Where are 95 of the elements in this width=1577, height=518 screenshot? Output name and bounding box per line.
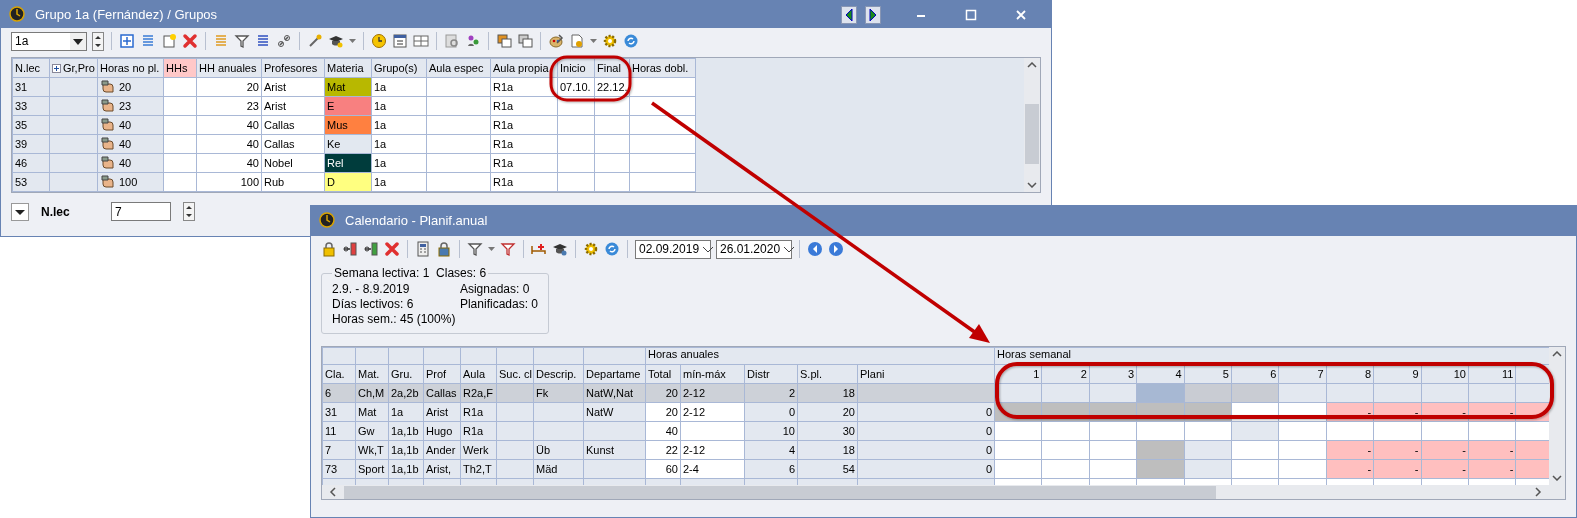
windows-icon[interactable] bbox=[496, 33, 512, 49]
previous-button[interactable] bbox=[807, 241, 823, 257]
window-title: Grupo 1a (Fernández) / Grupos bbox=[35, 5, 218, 24]
next-button[interactable] bbox=[865, 5, 881, 24]
field-label: N.lec bbox=[41, 203, 71, 221]
lock-icon[interactable] bbox=[321, 241, 337, 257]
number-field[interactable]: 7 bbox=[111, 202, 171, 221]
people-icon[interactable] bbox=[465, 33, 481, 49]
list-icon[interactable] bbox=[140, 33, 156, 49]
scrollbar-thumb[interactable] bbox=[344, 485, 1216, 499]
clock-icon bbox=[9, 5, 27, 24]
table-cell-text: 40 bbox=[119, 117, 132, 133]
next-button[interactable] bbox=[828, 241, 844, 257]
column-header[interactable]: HH anuales bbox=[196, 58, 262, 78]
palette-icon[interactable] bbox=[548, 33, 564, 49]
scroll-down-icon[interactable] bbox=[1552, 475, 1563, 481]
clear-filter-icon[interactable] bbox=[500, 241, 516, 257]
add-icon[interactable] bbox=[119, 33, 135, 49]
calendar-icon[interactable] bbox=[392, 33, 408, 49]
spin-buttons[interactable] bbox=[183, 202, 195, 221]
hand-icon bbox=[100, 117, 116, 133]
summary-text: Planificadas: 0 bbox=[459, 297, 538, 312]
column-header[interactable]: HHs bbox=[163, 58, 197, 78]
graduation-cap-icon[interactable] bbox=[328, 33, 344, 49]
search-icon[interactable] bbox=[444, 33, 460, 49]
maximize-icon[interactable] bbox=[965, 8, 977, 21]
chevron-down-icon[interactable] bbox=[702, 245, 715, 253]
summary-text: Horas sem.: 45 (100%) bbox=[332, 312, 457, 327]
window-icon[interactable] bbox=[517, 33, 533, 49]
expand-icon[interactable] bbox=[52, 63, 61, 73]
delete-icon[interactable] bbox=[384, 241, 400, 257]
scroll-down-icon[interactable] bbox=[1027, 182, 1037, 188]
summary-text: Asignadas: 0 bbox=[459, 282, 531, 297]
spin-buttons[interactable] bbox=[92, 31, 104, 51]
clock-icon bbox=[319, 212, 337, 230]
lock-icon[interactable] bbox=[436, 241, 452, 257]
table-cell-text: 20 bbox=[119, 79, 132, 95]
refresh-icon[interactable] bbox=[623, 33, 639, 49]
document-icon[interactable] bbox=[569, 33, 585, 49]
column-header[interactable]: Profesores bbox=[261, 58, 325, 78]
date-field[interactable]: 26.01.2020 bbox=[716, 239, 792, 259]
hand-icon bbox=[100, 79, 116, 95]
graduation-cap-icon[interactable] bbox=[552, 241, 568, 257]
refresh-icon[interactable] bbox=[604, 241, 620, 257]
previous-button[interactable] bbox=[841, 5, 857, 24]
link-icon[interactable] bbox=[276, 33, 292, 49]
settings-icon[interactable] bbox=[602, 33, 618, 49]
column-header[interactable]: Aula propia bbox=[490, 58, 558, 78]
hand-icon bbox=[100, 155, 116, 171]
scroll-up-icon[interactable] bbox=[1027, 62, 1037, 68]
hand-icon bbox=[100, 174, 116, 190]
column-group-header: Horas anuales bbox=[645, 347, 995, 365]
scroll-up-icon[interactable] bbox=[1552, 351, 1563, 357]
hand-icon bbox=[100, 136, 116, 152]
column-header[interactable]: N.lec bbox=[12, 58, 50, 78]
dropdown-caret-icon[interactable] bbox=[590, 38, 597, 44]
filter-icon[interactable] bbox=[234, 33, 250, 49]
chevron-down-icon[interactable] bbox=[783, 245, 796, 253]
table-cell-text: 40 bbox=[119, 136, 132, 152]
table-cell-text: 100 bbox=[119, 174, 138, 190]
scroll-left-icon[interactable] bbox=[328, 487, 338, 497]
sort-icon[interactable] bbox=[255, 33, 271, 49]
delete-icon[interactable] bbox=[182, 33, 198, 49]
settings-icon[interactable] bbox=[583, 241, 599, 257]
add-icon[interactable] bbox=[531, 241, 547, 257]
summary-text: 2.9. - 8.9.2019 bbox=[332, 282, 411, 297]
horizontal-scrollbar[interactable] bbox=[322, 485, 1565, 499]
class-select[interactable]: 1a bbox=[11, 31, 87, 51]
dropdown-button[interactable] bbox=[11, 202, 29, 221]
magic-wand-icon[interactable] bbox=[307, 33, 323, 49]
column-header[interactable]: Aula espec bbox=[426, 58, 491, 78]
vertical-scrollbar[interactable] bbox=[1549, 347, 1565, 485]
column-header[interactable]: Horas no pl. bbox=[97, 58, 164, 78]
group-title: Semana lectiva: 1 Clases: 6 bbox=[333, 266, 488, 280]
calculator-icon[interactable] bbox=[415, 241, 431, 257]
table-cell-text: 40 bbox=[119, 155, 132, 171]
date-field[interactable]: 02.09.2019 bbox=[635, 239, 711, 259]
clock-icon[interactable] bbox=[371, 33, 387, 49]
vertical-scrollbar[interactable] bbox=[1024, 58, 1040, 192]
table-cell-text: 23 bbox=[119, 98, 132, 114]
scrollbar-thumb[interactable] bbox=[1025, 104, 1039, 164]
filter-icon[interactable] bbox=[467, 241, 483, 257]
new-item-icon[interactable] bbox=[161, 33, 177, 49]
grid-icon[interactable] bbox=[413, 33, 429, 49]
columns-icon[interactable] bbox=[363, 241, 379, 257]
column-header[interactable]: Grupo(s) bbox=[371, 58, 427, 78]
summary-text: Días lectivos: 6 bbox=[332, 297, 415, 312]
scroll-right-icon[interactable] bbox=[1533, 487, 1543, 497]
column-header[interactable]: Horas dobl. bbox=[629, 58, 696, 78]
hand-icon bbox=[100, 98, 116, 114]
column-header[interactable]: Materia bbox=[324, 58, 372, 78]
dropdown-caret-icon[interactable] bbox=[349, 38, 356, 44]
dropdown-caret-icon[interactable] bbox=[488, 246, 495, 252]
window-title: Calendario - Planif.anual bbox=[345, 212, 488, 231]
close-icon[interactable] bbox=[1015, 8, 1027, 21]
